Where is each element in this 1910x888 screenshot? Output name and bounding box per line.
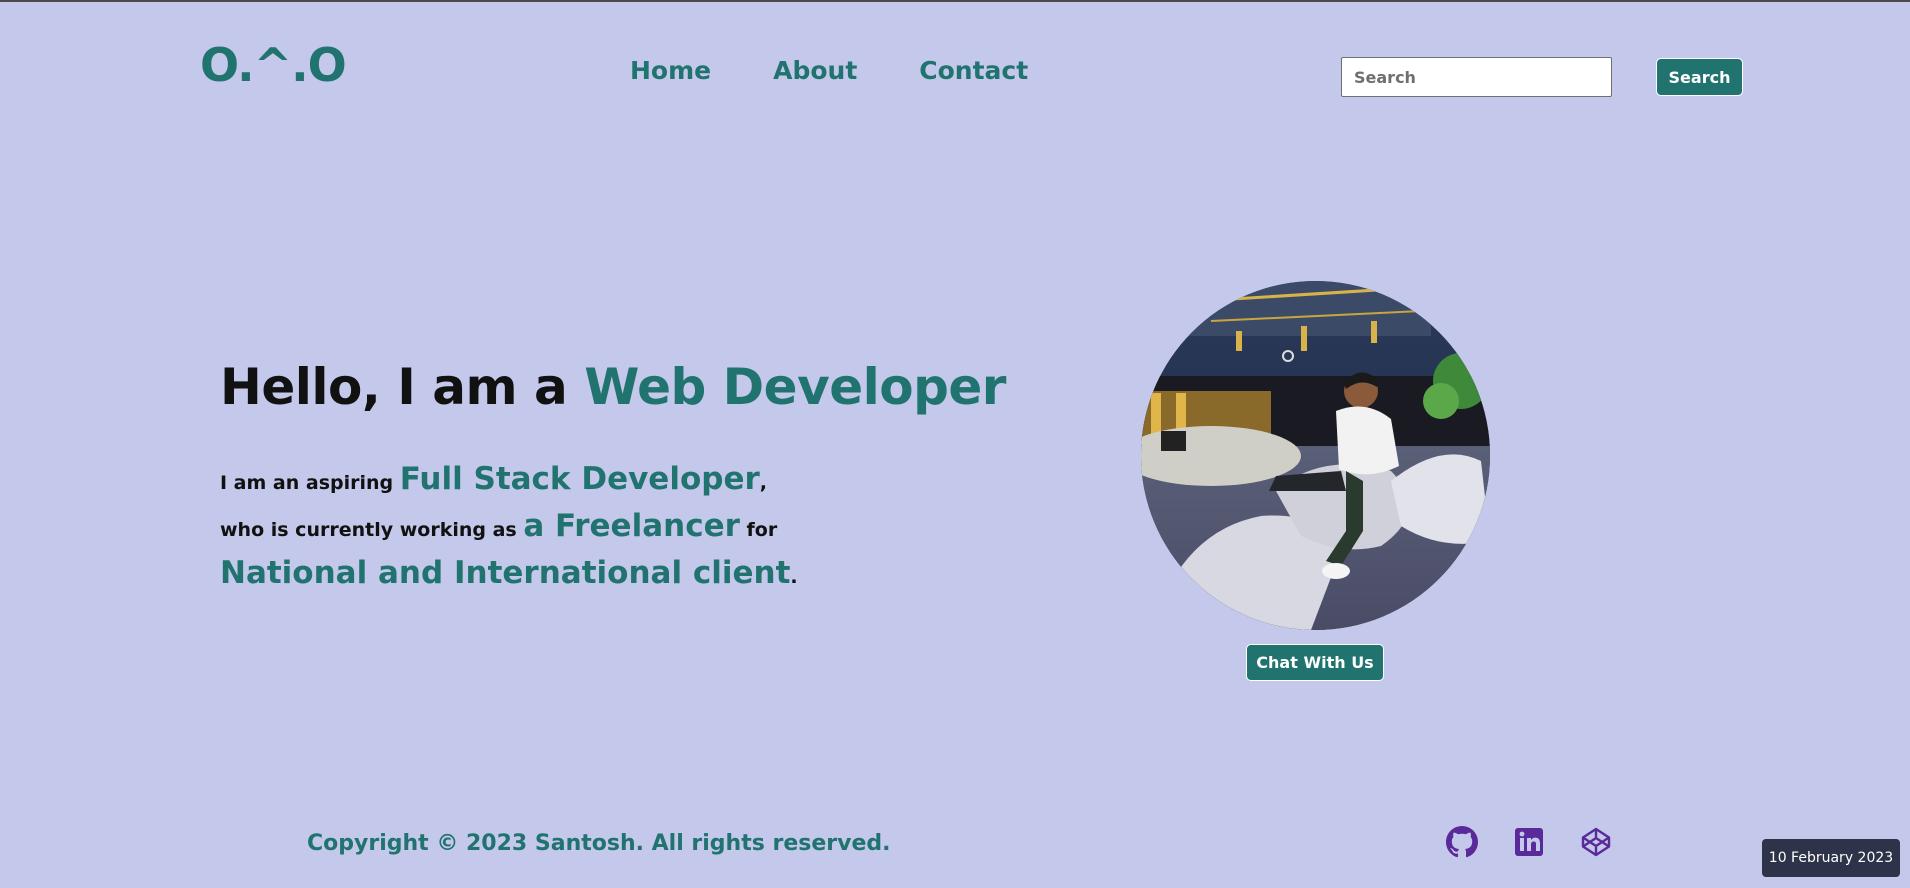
profile-photo-illustration: [1141, 281, 1490, 630]
hero-description: I am an aspiring Full Stack Developer, w…: [220, 456, 860, 597]
nav-link-contact[interactable]: Contact: [919, 58, 1028, 83]
codepen-icon[interactable]: [1580, 826, 1612, 858]
main-nav: Home About Contact: [630, 58, 1028, 83]
hero-title-prefix: Hello, I am a: [220, 358, 585, 416]
search-button[interactable]: Search: [1656, 58, 1743, 96]
hero-line-3-suffix: .: [790, 566, 798, 588]
hero-line-2-prefix: who is currently working as: [220, 519, 524, 541]
hero-line-3-accent: National and International client: [220, 555, 791, 591]
site-logo[interactable]: O.^.O: [200, 42, 347, 88]
hero-line-2-accent: a Freelancer: [523, 508, 740, 544]
window-top-border: [0, 0, 1910, 2]
profile-photo: [1141, 281, 1490, 630]
hero-title-accent: Web Developer: [584, 358, 1006, 416]
taskbar-date: 10 February 2023: [1762, 839, 1900, 877]
github-icon[interactable]: [1446, 826, 1478, 858]
copyright-text: Copyright © 2023 Santosh. All rights res…: [307, 831, 891, 856]
search-input[interactable]: [1341, 57, 1612, 97]
hero-line-1: I am an aspiring Full Stack Developer,: [220, 456, 860, 503]
hero-line-2: who is currently working as a Freelancer…: [220, 503, 860, 550]
nav-link-home[interactable]: Home: [630, 58, 711, 83]
chat-with-us-button[interactable]: Chat With Us: [1246, 644, 1384, 681]
hero-line-2-suffix: for: [739, 519, 778, 541]
hero-title: Hello, I am a Web Developer: [220, 360, 1006, 415]
hero-line-1-prefix: I am an aspiring: [220, 472, 400, 494]
linkedin-icon[interactable]: [1513, 826, 1545, 858]
hero-line-3: National and International client.: [220, 550, 860, 597]
hero-line-1-suffix: ,: [759, 472, 767, 494]
hero-line-1-accent: Full Stack Developer: [399, 461, 760, 497]
nav-link-about[interactable]: About: [773, 58, 857, 83]
social-links: [1446, 826, 1612, 858]
page: O.^.O Home About Contact Search Hello, I…: [0, 0, 1910, 888]
